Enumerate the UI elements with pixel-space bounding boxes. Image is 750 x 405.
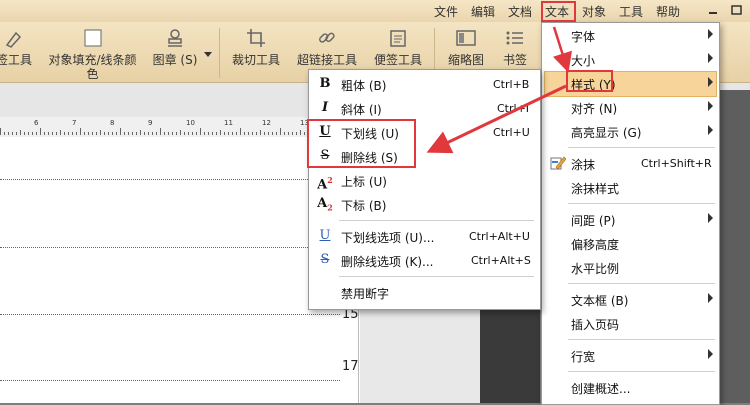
annotation-arrows — [426, 26, 572, 154]
